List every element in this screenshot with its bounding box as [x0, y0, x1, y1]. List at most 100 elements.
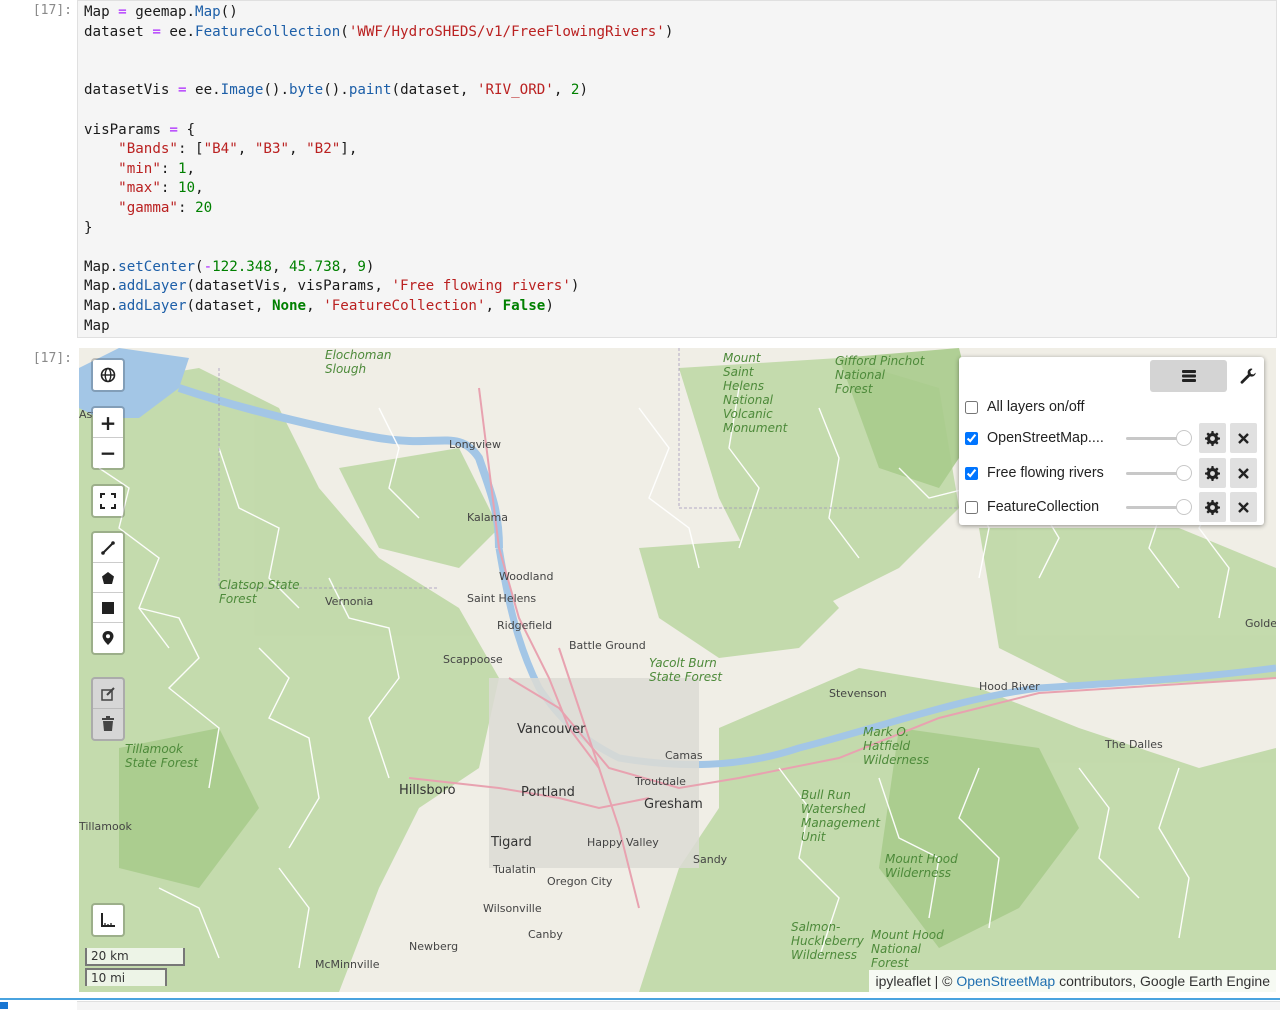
code-token: ,	[289, 141, 307, 158]
code-line: Map.addLayer(datasetVis, visParams, 'Fre…	[84, 276, 579, 296]
place-label: Tualatin	[493, 863, 536, 876]
globe-icon[interactable]	[93, 360, 123, 390]
layer-visibility-checkbox[interactable]	[965, 400, 978, 414]
place-label: Gresham	[644, 797, 703, 812]
edit-layers-icon[interactable]	[93, 679, 123, 709]
layer-remove-button[interactable]	[1230, 458, 1257, 488]
code-token: setCenter	[118, 258, 196, 275]
zoom-in-button[interactable]: +	[93, 408, 123, 438]
layer-remove-button[interactable]	[1230, 423, 1257, 453]
code-token: (	[340, 23, 349, 40]
layer-settings-button[interactable]	[1199, 492, 1226, 522]
ruler-icon[interactable]	[93, 905, 123, 935]
opacity-slider[interactable]	[1126, 495, 1192, 519]
layer-row: OpenStreetMap....	[965, 426, 1115, 450]
layer-visibility-checkbox[interactable]	[965, 466, 978, 480]
wrench-icon[interactable]	[1235, 360, 1261, 392]
code-line: "Bands": ["B4", "B3", "B2"],	[84, 139, 357, 159]
place-label: Oregon City	[547, 875, 613, 888]
code-line: datasetVis = ee.Image().byte().paint(dat…	[84, 80, 588, 100]
draw-control[interactable]	[91, 531, 125, 655]
code-token: Image	[220, 82, 264, 99]
protected-area-label: Tillamook State Forest	[125, 742, 199, 770]
code-token: addLayer	[118, 278, 187, 295]
protected-area-label: Salmon-Huckleberry Wilderness	[791, 920, 864, 962]
code-token: 1	[177, 160, 187, 177]
fullscreen-icon[interactable]	[93, 486, 123, 516]
protected-area-label: Yacolt Burn State Forest	[649, 656, 723, 684]
code-token: 'RIV_ORD'	[476, 82, 554, 99]
osm-link[interactable]: OpenStreetMap	[956, 973, 1055, 989]
place-label: Camas	[665, 749, 703, 762]
layer-visibility-checkbox[interactable]	[965, 500, 978, 514]
delete-layers-icon[interactable]	[93, 709, 123, 739]
layer-manager-panel: All layers on/off OpenStreetMap.... Free f…	[959, 357, 1264, 525]
slider-handle[interactable]	[1176, 430, 1192, 446]
code-line: Map.addLayer(dataset, None, 'FeatureColl…	[84, 296, 554, 316]
code-token: =	[160, 121, 187, 138]
place-label: Tillamook	[79, 820, 132, 833]
scale-km: 20 km	[85, 948, 185, 966]
basemap-control[interactable]	[91, 358, 125, 392]
draw-rectangle-icon[interactable]	[93, 593, 123, 623]
place-label: Woodland	[499, 570, 554, 583]
layer-manager-toggle[interactable]	[1150, 360, 1227, 392]
draw-polyline-icon[interactable]	[93, 533, 123, 563]
place-label: Canby	[528, 928, 563, 941]
code-token: "min"	[118, 160, 161, 177]
attribution-prefix: ipyleaflet | ©	[875, 973, 957, 989]
output-prompt: [17]:	[32, 351, 72, 366]
slider-handle[interactable]	[1176, 465, 1192, 481]
code-line: "max": 10,	[84, 178, 203, 198]
code-line: Map	[84, 316, 110, 336]
opacity-slider[interactable]	[1126, 426, 1192, 450]
protected-area-label: Elochoman Slough	[325, 348, 392, 376]
place-label: Battle Ground	[569, 639, 646, 652]
code-token: 20	[195, 200, 213, 216]
layer-row: Free flowing rivers	[965, 461, 1115, 485]
layer-row: All layers on/off	[965, 395, 1115, 419]
zoom-control[interactable]: + −	[91, 406, 125, 470]
place-label: Vancouver	[517, 722, 586, 737]
code-token: Map	[195, 4, 221, 20]
code-token: -	[203, 258, 213, 275]
code-token: Map	[84, 317, 110, 334]
layer-remove-button[interactable]	[1230, 492, 1257, 522]
code-cell[interactable]: Map = geemap.Map() dataset = ee.FeatureCo…	[77, 0, 1277, 338]
code-token: =	[109, 4, 136, 20]
input-prompt: [17]:	[32, 3, 72, 18]
scale-mi: 10 mi	[85, 968, 167, 986]
fullscreen-control[interactable]	[91, 484, 125, 518]
measure-control[interactable]	[91, 903, 125, 937]
place-label: Tigard	[491, 835, 532, 850]
close-icon	[1238, 432, 1249, 444]
code-token: 'FeatureCollection'	[323, 298, 486, 314]
code-token: ,	[485, 298, 503, 314]
code-token: ().	[323, 82, 349, 99]
slider-handle[interactable]	[1176, 499, 1192, 515]
code-token: }	[84, 219, 93, 236]
layer-visibility-checkbox[interactable]	[965, 431, 978, 445]
place-label: Troutdale	[635, 775, 686, 788]
edit-control[interactable]	[91, 677, 125, 741]
layer-settings-button[interactable]	[1199, 423, 1226, 453]
attribution: ipyleaflet | © OpenStreetMap contributor…	[869, 970, 1276, 992]
code-line: visParams = {	[84, 120, 195, 140]
code-token: ().	[263, 82, 290, 99]
code-token: : [	[177, 141, 204, 158]
draw-marker-icon[interactable]	[93, 623, 123, 653]
code-token: ,	[237, 141, 255, 158]
place-label: Hillsboro	[399, 783, 456, 798]
opacity-slider[interactable]	[1126, 461, 1192, 485]
draw-polygon-icon[interactable]	[93, 563, 123, 593]
map-widget[interactable]: Kalama Woodland Saint Helens Ridgefield Vern…	[79, 348, 1276, 992]
code-token: "max"	[118, 180, 161, 197]
gear-icon	[1205, 499, 1220, 515]
place-label: Newberg	[409, 940, 459, 953]
place-label: The Dalles	[1105, 738, 1163, 751]
layer-settings-button[interactable]	[1199, 458, 1226, 488]
code-token: "B2"	[306, 141, 341, 158]
zoom-out-button[interactable]: −	[93, 438, 123, 468]
